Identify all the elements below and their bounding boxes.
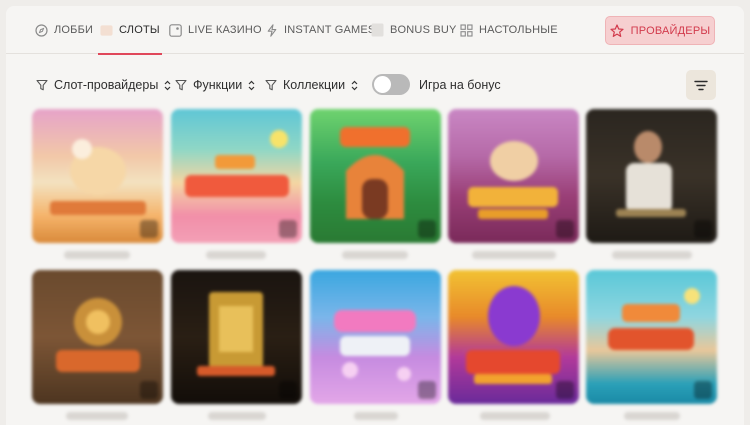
sort-button[interactable] (686, 70, 716, 100)
favorite-button[interactable] (279, 381, 297, 399)
game-title-placeholder (208, 412, 266, 420)
providers-button-label: ПРОВАЙДЕРЫ (630, 24, 711, 37)
sort-arrows-icon (248, 80, 255, 91)
toggle-knob (374, 76, 391, 93)
game-card[interactable] (32, 109, 163, 243)
grid-icon (460, 23, 473, 37)
tab-lobby[interactable]: ЛОББИ (35, 6, 93, 54)
game-card[interactable] (32, 270, 163, 404)
favorite-button[interactable] (418, 220, 436, 238)
game-title-placeholder (66, 412, 128, 420)
game-card[interactable] (171, 270, 302, 404)
game-card[interactable] (448, 270, 579, 404)
game-card[interactable] (586, 109, 717, 243)
tab-label: СЛОТЫ (119, 24, 160, 36)
filter-icon (36, 79, 48, 91)
game-card[interactable] (171, 109, 302, 243)
game-title-placeholder (354, 412, 398, 420)
lightning-icon (265, 23, 278, 37)
providers-button[interactable]: ПРОВАЙДЕРЫ (605, 16, 715, 45)
tab-instant-games[interactable]: INSTANT GAMES (265, 6, 375, 54)
tab-label: LIVE КАЗИНО (188, 24, 262, 36)
filter-bar: Слот-провайдеры Функции Коллекции Игра н… (6, 68, 744, 102)
slots-icon (100, 24, 113, 37)
tab-table-games[interactable]: НАСТОЛЬНЫЕ (460, 6, 558, 54)
filter-label: Коллекции (283, 78, 346, 92)
favorite-button[interactable] (418, 381, 436, 399)
game-title-placeholder (206, 251, 266, 259)
game-title-placeholder (624, 412, 680, 420)
tab-label: НАСТОЛЬНЫЕ (479, 24, 558, 36)
favorite-button[interactable] (140, 220, 158, 238)
filter-features[interactable]: Функции (175, 75, 255, 95)
bonus-play-toggle[interactable] (372, 74, 410, 95)
filter-slot-providers[interactable]: Слот-провайдеры (36, 75, 171, 95)
filter-collections[interactable]: Коллекции (265, 75, 358, 95)
tab-slots[interactable]: СЛОТЫ (98, 6, 162, 55)
game-title-placeholder (612, 251, 692, 259)
game-title-placeholder (472, 251, 556, 259)
sort-arrows-icon (351, 80, 358, 91)
favorite-button[interactable] (556, 220, 574, 238)
favorite-button[interactable] (694, 220, 712, 238)
sort-lines-icon (694, 80, 708, 91)
tab-live-casino[interactable]: LIVE КАЗИНО (169, 6, 262, 54)
filter-icon (175, 79, 187, 91)
game-card[interactable] (448, 109, 579, 243)
game-card[interactable] (310, 109, 441, 243)
favorite-button[interactable] (279, 220, 297, 238)
favorite-button[interactable] (556, 381, 574, 399)
star-icon (610, 23, 624, 38)
filter-icon (265, 79, 277, 91)
game-card[interactable] (586, 270, 717, 404)
favorite-button[interactable] (694, 381, 712, 399)
game-title-placeholder (342, 251, 408, 259)
live-casino-icon (169, 23, 182, 37)
bonus-play-label: Игра на бонус (419, 78, 501, 92)
game-title-placeholder (64, 251, 130, 259)
bonus-buy-icon (371, 23, 384, 37)
tab-bonus-buy[interactable]: BONUS BUY (371, 6, 457, 54)
app-window: ЛОББИ СЛОТЫ LIVE КАЗИНО INSTANT GAMES BO… (6, 6, 744, 425)
tab-label: INSTANT GAMES (284, 24, 376, 36)
game-title-placeholder (480, 412, 550, 420)
game-card[interactable] (310, 270, 441, 404)
filter-label: Функции (193, 78, 243, 92)
tab-label: ЛОББИ (54, 24, 94, 36)
compass-icon (35, 23, 48, 37)
favorite-button[interactable] (140, 381, 158, 399)
filter-label: Слот-провайдеры (54, 78, 159, 92)
category-nav: ЛОББИ СЛОТЫ LIVE КАЗИНО INSTANT GAMES BO… (6, 6, 744, 55)
tab-label: BONUS BUY (390, 24, 457, 36)
sort-arrows-icon (164, 80, 171, 91)
